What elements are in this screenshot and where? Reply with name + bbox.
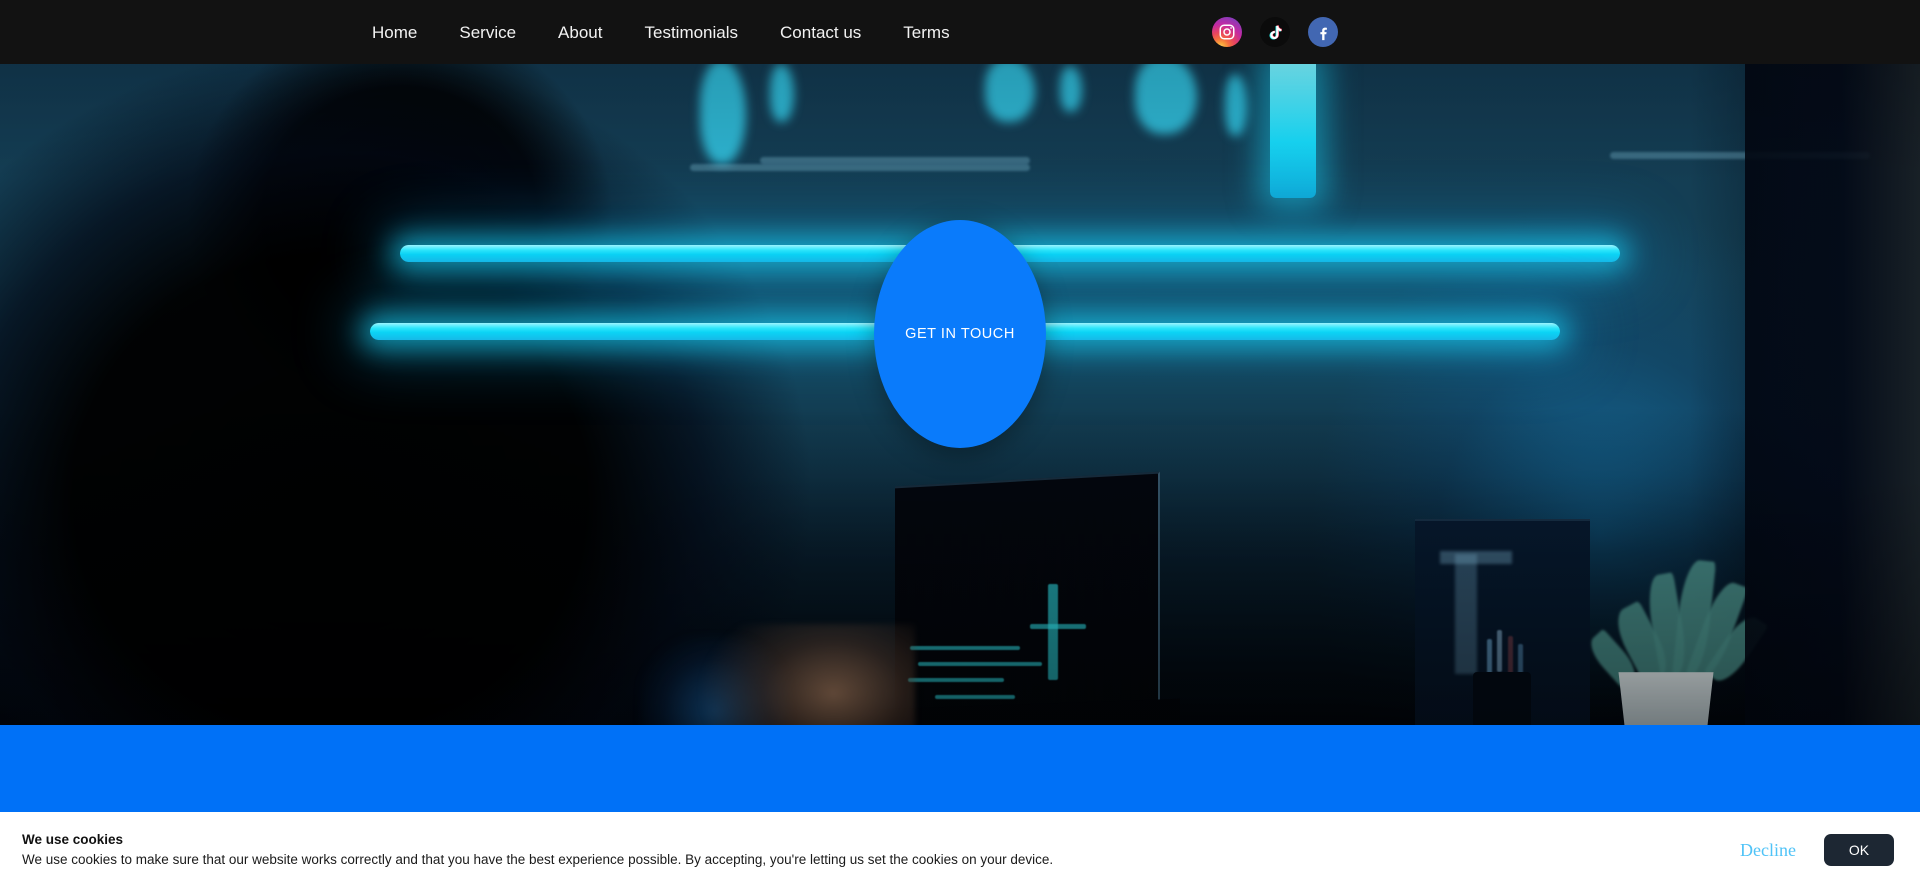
monitor-top-bar bbox=[1440, 551, 1512, 564]
get-in-touch-label: GET IN TOUCH bbox=[905, 326, 1015, 342]
instagram-icon[interactable] bbox=[1212, 17, 1242, 47]
cookie-banner-body: We use cookies to make sure that our web… bbox=[22, 852, 1054, 867]
nav-link-testimonials[interactable]: Testimonials bbox=[644, 16, 738, 49]
page-root: Home Service About Testimonials Contact … bbox=[0, 0, 1920, 888]
top-navigation-bar: Home Service About Testimonials Contact … bbox=[0, 0, 1920, 64]
nav-link-service[interactable]: Service bbox=[459, 16, 516, 49]
blue-section-band bbox=[0, 725, 1920, 812]
nav-link-contact-us[interactable]: Contact us bbox=[780, 16, 861, 49]
tiktok-icon[interactable] bbox=[1260, 17, 1290, 47]
screen-map-shape bbox=[1225, 74, 1247, 136]
screen-ui-line bbox=[760, 157, 1030, 164]
cookie-banner-title: We use cookies bbox=[22, 831, 124, 847]
laptop-code-line bbox=[1030, 624, 1086, 629]
desk-pen-cup bbox=[1473, 672, 1531, 725]
plant-pot bbox=[1618, 672, 1714, 725]
cookie-accept-button[interactable]: OK bbox=[1824, 834, 1894, 866]
laptop-screen bbox=[895, 471, 1160, 725]
nav-link-terms[interactable]: Terms bbox=[903, 16, 949, 49]
desk-pen bbox=[1497, 630, 1502, 672]
screen-map-shape bbox=[985, 64, 1035, 122]
laptop-code-line bbox=[935, 695, 1015, 699]
screen-map-shape bbox=[1135, 64, 1197, 134]
cookie-consent-banner: We use cookies We use cookies to make su… bbox=[0, 812, 1920, 888]
screen-vertical-glow-bar bbox=[1270, 64, 1316, 198]
screen-map-shape bbox=[700, 64, 746, 164]
laptop-code-line bbox=[908, 678, 1004, 682]
hero-section: GET IN TOUCH bbox=[0, 64, 1920, 725]
right-wall-shadow bbox=[1745, 64, 1920, 725]
laptop-code-line bbox=[918, 662, 1042, 666]
facebook-icon[interactable] bbox=[1308, 17, 1338, 47]
nav-link-about[interactable]: About bbox=[558, 16, 602, 49]
laptop-code-line bbox=[910, 646, 1020, 650]
screen-map-shape bbox=[770, 64, 794, 122]
get-in-touch-button[interactable]: GET IN TOUCH bbox=[874, 220, 1046, 448]
screen-map-shape bbox=[1060, 66, 1082, 112]
social-links-group bbox=[1212, 17, 1338, 47]
monitor-stand bbox=[1455, 554, 1477, 674]
cookie-decline-button[interactable]: Decline bbox=[1740, 840, 1796, 861]
cookie-actions-group: Decline OK bbox=[1740, 834, 1894, 866]
cookie-text-block: We use cookies We use cookies to make su… bbox=[22, 830, 1053, 871]
person-hand bbox=[700, 624, 915, 725]
screen-ui-line bbox=[690, 164, 1030, 171]
laptop-code-line bbox=[1048, 584, 1058, 680]
nav-link-home[interactable]: Home bbox=[372, 16, 417, 49]
nav-links-group: Home Service About Testimonials Contact … bbox=[372, 16, 950, 49]
